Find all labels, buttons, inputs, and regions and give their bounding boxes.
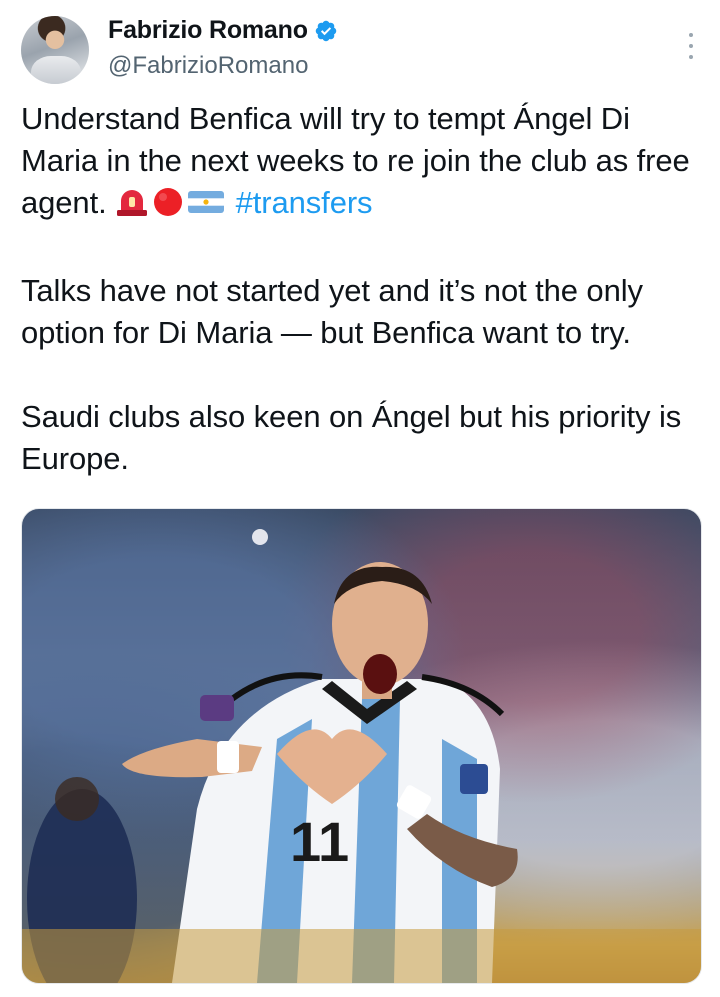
- shirt-number: 11: [290, 810, 349, 873]
- tweet-text: Understand Benfica will try to tempt Áng…: [21, 98, 706, 480]
- tweet-paragraph-3: Saudi clubs also keen on Ángel but his p…: [21, 399, 682, 476]
- display-name[interactable]: Fabrizio Romano: [108, 16, 308, 45]
- red-circle-icon: [151, 186, 185, 228]
- verified-badge-icon: [315, 20, 337, 41]
- rotating-light-icon: [115, 186, 149, 228]
- author-handle[interactable]: @FabrizioRomano: [108, 52, 308, 80]
- player-photo: 11: [22, 529, 701, 983]
- author-name-row[interactable]: Fabrizio Romano: [108, 16, 338, 45]
- tweet-paragraph-1: Understand Benfica will try to tempt Áng…: [21, 98, 706, 228]
- argentina-flag-icon: [187, 186, 225, 228]
- hashtag-link[interactable]: #transfers: [236, 185, 373, 220]
- tweet-paragraph-2: Talks have not started yet and it’s not …: [21, 273, 643, 350]
- avatar[interactable]: [21, 16, 89, 84]
- more-options-icon[interactable]: [688, 33, 694, 59]
- tweet-media-image[interactable]: 11: [21, 508, 702, 984]
